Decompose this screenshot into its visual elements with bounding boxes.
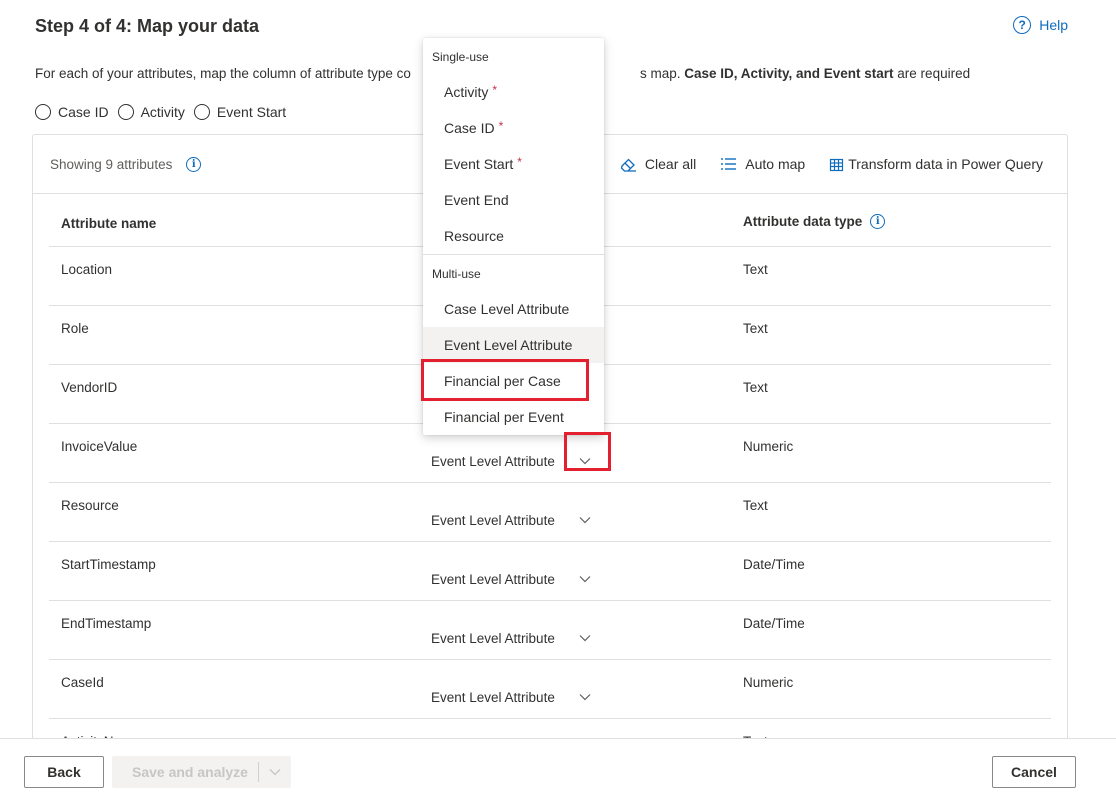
legend-activity: Activity <box>117 104 185 120</box>
attribute-data-type-cell: Text <box>743 498 768 513</box>
eraser-icon <box>620 158 636 172</box>
help-link[interactable]: ? Help <box>1013 16 1068 34</box>
header-attribute-name: Attribute name <box>61 216 157 231</box>
table-row: StartTimestamp Event Level Attribute Date/… <box>49 542 1051 601</box>
mapping-value: Event Level Attribute <box>431 631 555 646</box>
info-icon[interactable]: i <box>186 157 202 172</box>
radio-icon <box>35 104 51 120</box>
mapping-value: Event Level Attribute <box>431 690 555 705</box>
attribute-mapping-dropdown[interactable]: Event Level Attribute <box>431 563 604 596</box>
attribute-mapping-dropdown[interactable]: Event Level Attribute <box>431 622 604 655</box>
description-text-1: For each of your attributes, map the col… <box>35 66 411 81</box>
radio-icon <box>193 104 210 120</box>
legend-event-start: Event Start <box>193 104 286 120</box>
attribute-name-cell: VendorID <box>61 380 118 395</box>
save-options-chevron[interactable] <box>259 768 291 776</box>
attribute-name-cell: CaseId <box>61 675 104 690</box>
dropdown-option-financial-per-event[interactable]: Financial per Event <box>423 399 604 435</box>
attribute-count-label: Showing 9 attributes <box>50 157 173 172</box>
required-asterisk: * <box>498 119 504 133</box>
required-legend: Case ID Activity Event Start <box>35 104 286 120</box>
chevron-down-icon[interactable] <box>566 680 604 714</box>
help-icon: ? <box>1013 16 1032 34</box>
transform-power-query-button[interactable]: Transform data in Power Query <box>829 156 1043 172</box>
dropdown-option-financial-per-case[interactable]: Financial per Case <box>423 363 604 399</box>
cancel-button[interactable]: Cancel <box>992 756 1076 788</box>
mapping-value: Event Level Attribute <box>431 572 555 587</box>
back-button[interactable]: Back <box>24 756 104 788</box>
description-text-3: are required <box>893 66 971 81</box>
attribute-data-type-cell: Numeric <box>743 439 794 454</box>
required-asterisk: * <box>517 155 522 169</box>
description-required-fields: Case ID, Activity, and Event start <box>684 66 894 81</box>
dropdown-group-multi-use: Multi-use <box>432 267 481 281</box>
table-row: EndTimestamp Event Level Attribute Date/Ti… <box>49 601 1051 660</box>
table-row: Resource Event Level Attribute Text <box>49 483 1051 542</box>
dropdown-group-single-use: Single-use <box>432 50 489 64</box>
dropdown-option-event-level-attribute[interactable]: Event Level Attribute <box>423 327 604 363</box>
dropdown-option-event-end[interactable]: Event End <box>423 182 604 218</box>
attribute-count: Showing 9 attributes i <box>50 157 202 172</box>
dropdown-option-event-start[interactable]: Event Start * <box>423 146 604 182</box>
attribute-name-cell: Location <box>61 262 113 277</box>
table-row: CaseId Event Level Attribute Numeric <box>49 660 1051 719</box>
chevron-down-icon[interactable] <box>566 621 604 655</box>
attribute-data-type-cell: Numeric <box>743 675 794 690</box>
chevron-down-icon <box>269 769 281 776</box>
table-icon <box>830 158 844 171</box>
attribute-name-cell: EndTimestamp <box>61 616 152 631</box>
chevron-down-icon[interactable] <box>566 503 604 537</box>
dropdown-option-case-level-attribute[interactable]: Case Level Attribute <box>423 291 604 327</box>
attribute-data-type-cell: Date/Time <box>743 616 805 631</box>
dropdown-divider <box>423 254 604 255</box>
info-icon[interactable]: i <box>870 214 886 229</box>
header-attribute-data-type: Attribute data type i <box>743 214 886 229</box>
footer: Back Save and analyze Cancel <box>0 738 1116 795</box>
save-and-analyze-button[interactable]: Save and analyze <box>112 756 291 788</box>
attribute-mapping-dropdown[interactable]: Event Level Attribute <box>431 504 604 537</box>
attribute-data-type-cell: Text <box>743 321 768 336</box>
legend-case-id: Case ID <box>35 104 109 120</box>
attribute-name-cell: InvoiceValue <box>61 439 138 454</box>
attribute-mapping-dropdown[interactable]: Event Level Attribute <box>431 445 604 478</box>
auto-map-button[interactable]: Auto map <box>720 156 805 172</box>
attribute-mapping-dropdown[interactable]: Event Level Attribute <box>431 681 604 714</box>
mapping-value: Event Level Attribute <box>431 513 555 528</box>
attribute-name-cell: Role <box>61 321 89 336</box>
dropdown-option-resource[interactable]: Resource <box>423 218 604 254</box>
attribute-data-type-cell: Text <box>743 380 768 395</box>
clear-all-button[interactable]: Clear all <box>620 156 696 172</box>
dropdown-option-activity[interactable]: Activity * <box>423 74 604 110</box>
radio-icon <box>117 104 134 120</box>
attribute-data-type-cell: Text <box>743 262 768 277</box>
toolbar-actions: Clear all Auto map Transform data in Pow… <box>620 156 1043 172</box>
attribute-type-dropdown: Single-use Activity * Case ID * Event Start *… <box>423 38 604 435</box>
page-title: Step 4 of 4: Map your data <box>35 16 260 36</box>
list-icon <box>721 158 737 170</box>
required-asterisk: * <box>492 83 498 97</box>
mapping-value: Event Level Attribute <box>431 454 555 469</box>
help-label: Help <box>1039 17 1068 33</box>
attribute-name-cell: StartTimestamp <box>61 557 156 572</box>
chevron-down-icon[interactable] <box>566 562 604 596</box>
attribute-name-cell: Resource <box>61 498 119 513</box>
attribute-data-type-cell: Date/Time <box>743 557 805 572</box>
chevron-down-icon[interactable] <box>566 444 604 478</box>
dropdown-option-case-id[interactable]: Case ID * <box>423 110 604 146</box>
description-text-2: s map. <box>639 66 685 81</box>
